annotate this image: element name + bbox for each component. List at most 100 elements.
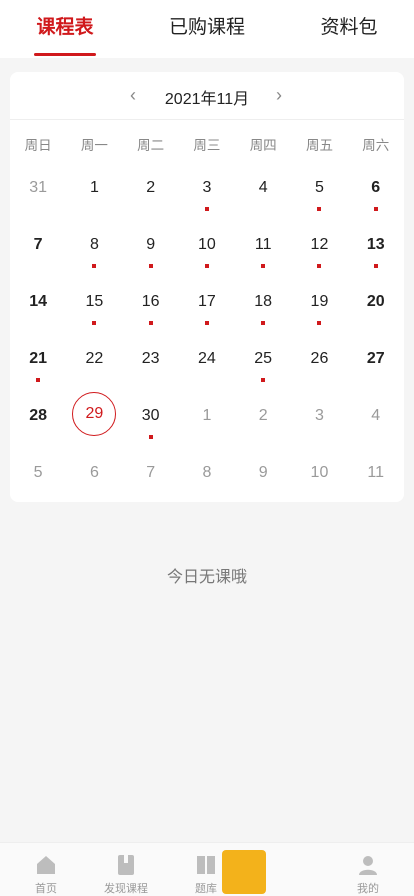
- calendar-day[interactable]: 18: [235, 274, 291, 331]
- course-indicator-dot: [148, 435, 153, 439]
- nav-item-home[interactable]: 首页: [8, 843, 84, 896]
- tab-materials[interactable]: 资料包: [318, 14, 380, 44]
- calendar-day[interactable]: 9: [235, 445, 291, 502]
- book-icon: [118, 855, 134, 875]
- course-indicator-dot: [317, 264, 322, 268]
- course-indicator-dot: [261, 264, 266, 268]
- weekday-label: 周日: [24, 138, 52, 153]
- calendar-day-number: 22: [85, 350, 104, 367]
- calendar-day-number: 9: [146, 236, 156, 253]
- calendar-day[interactable]: 21: [10, 331, 66, 388]
- calendar-day-number: 11: [254, 236, 272, 253]
- weekday-label: 周二: [137, 138, 165, 153]
- calendar-day-number: 19: [310, 293, 329, 310]
- calendar-day[interactable]: 26: [291, 331, 347, 388]
- calendar-day-number: 1: [89, 179, 99, 196]
- calendar-day[interactable]: 5: [10, 445, 66, 502]
- calendar-day-number: 14: [29, 293, 48, 310]
- calendar-day[interactable]: 10: [291, 445, 347, 502]
- course-indicator-dot: [36, 378, 41, 382]
- calendar-day-number: 23: [141, 350, 160, 367]
- calendar-day-number: 13: [366, 236, 385, 253]
- calendar-day-number: 11: [367, 464, 385, 481]
- calendar-day[interactable]: 3: [291, 388, 347, 445]
- calendar-day[interactable]: 13: [348, 217, 404, 274]
- calendar-day[interactable]: 15: [66, 274, 122, 331]
- calendar-day-number: 4: [258, 179, 268, 196]
- calendar-day[interactable]: 6: [348, 160, 404, 217]
- calendar-day[interactable]: 19: [291, 274, 347, 331]
- calendar-day[interactable]: 2: [123, 160, 179, 217]
- calendar-day[interactable]: 9: [123, 217, 179, 274]
- calendar-day[interactable]: 4: [348, 388, 404, 445]
- calendar-day[interactable]: 5: [291, 160, 347, 217]
- calendar-grid: 31 1 2 3 4 5 6 7 8 9 10 11 12 13 14 15 16 17 18 19 20 21 22 23 2…: [10, 160, 404, 502]
- nav-item-discover-courses[interactable]: 发现课程: [88, 843, 164, 896]
- chevron-right-icon[interactable]: ›: [269, 85, 289, 105]
- calendar-day[interactable]: 6: [66, 445, 122, 502]
- course-indicator-dot: [317, 207, 322, 211]
- home-icon: [37, 856, 55, 874]
- calendar-week-row: 7 8 9 10 11 12 13: [10, 217, 404, 274]
- calendar-week-row: 21 22 23 24 25 26 27: [10, 331, 404, 388]
- calendar-day[interactable]: 14: [10, 274, 66, 331]
- calendar-day[interactable]: 1: [179, 388, 235, 445]
- calendar-day[interactable]: 10: [179, 217, 235, 274]
- tab-schedule[interactable]: 课程表: [34, 14, 96, 44]
- nav-label: 首页: [35, 883, 57, 895]
- calendar-day[interactable]: 7: [123, 445, 179, 502]
- weekday-label: 周四: [249, 138, 277, 153]
- calendar-week-row: 31 1 2 3 4 5 6: [10, 160, 404, 217]
- calendar-day-number: 20: [366, 293, 385, 310]
- calendar-day[interactable]: 27: [348, 331, 404, 388]
- calendar-day-number: 4: [371, 407, 381, 424]
- calendar-day-number: 2: [146, 179, 156, 196]
- calendar-day-number: 29: [72, 392, 117, 436]
- calendar-day-number: 27: [366, 350, 385, 367]
- weekday-label: 周三: [193, 138, 221, 153]
- calendar-day[interactable]: 2: [235, 388, 291, 445]
- calendar-day[interactable]: 11: [348, 445, 404, 502]
- calendar-day[interactable]: 30: [123, 388, 179, 445]
- weekday-label: 周五: [305, 138, 333, 153]
- calendar-day-number: 28: [29, 407, 48, 424]
- calendar-day[interactable]: 17: [179, 274, 235, 331]
- calendar-day-number: 16: [141, 293, 160, 310]
- calendar-day-today[interactable]: 29: [66, 388, 122, 445]
- calendar-day[interactable]: 20: [348, 274, 404, 331]
- course-indicator-dot: [204, 207, 209, 211]
- weekday-label: 周六: [362, 138, 390, 153]
- course-indicator-dot: [373, 264, 378, 268]
- chevron-left-icon[interactable]: ‹: [123, 85, 143, 105]
- calendar-day-number: 9: [258, 464, 268, 481]
- course-indicator-dot: [92, 321, 97, 325]
- calendar-day[interactable]: 12: [291, 217, 347, 274]
- calendar-day[interactable]: 22: [66, 331, 122, 388]
- calendar-day[interactable]: 4: [235, 160, 291, 217]
- calendar-day-number: 30: [141, 407, 160, 424]
- watermark-logo-mark: [222, 850, 266, 894]
- question-bank-icon: [197, 856, 215, 874]
- active-tab-indicator: [34, 53, 96, 56]
- calendar-day[interactable]: 8: [179, 445, 235, 502]
- top-tab-bar: 课程表 已购课程 资料包: [0, 0, 414, 58]
- calendar-week-row: 28 29 30 1 2 3 4: [10, 388, 404, 445]
- calendar-day[interactable]: 25: [235, 331, 291, 388]
- course-indicator-dot: [204, 321, 209, 325]
- calendar-day[interactable]: 11: [235, 217, 291, 274]
- calendar-day[interactable]: 8: [66, 217, 122, 274]
- calendar-day[interactable]: 31: [10, 160, 66, 217]
- tab-purchased-courses[interactable]: 已购课程: [166, 14, 248, 44]
- calendar-day[interactable]: 1: [66, 160, 122, 217]
- calendar-day[interactable]: 7: [10, 217, 66, 274]
- nav-label: 发现课程: [104, 883, 148, 895]
- calendar-day[interactable]: 28: [10, 388, 66, 445]
- calendar-day[interactable]: 16: [123, 274, 179, 331]
- calendar-day-number: 10: [198, 236, 216, 253]
- course-indicator-dot: [261, 321, 266, 325]
- calendar-day-number: 10: [310, 464, 329, 481]
- calendar-day[interactable]: 24: [179, 331, 235, 388]
- calendar-day[interactable]: 23: [123, 331, 179, 388]
- calendar-day[interactable]: 3: [179, 160, 235, 217]
- calendar-day-number: 18: [254, 293, 273, 310]
